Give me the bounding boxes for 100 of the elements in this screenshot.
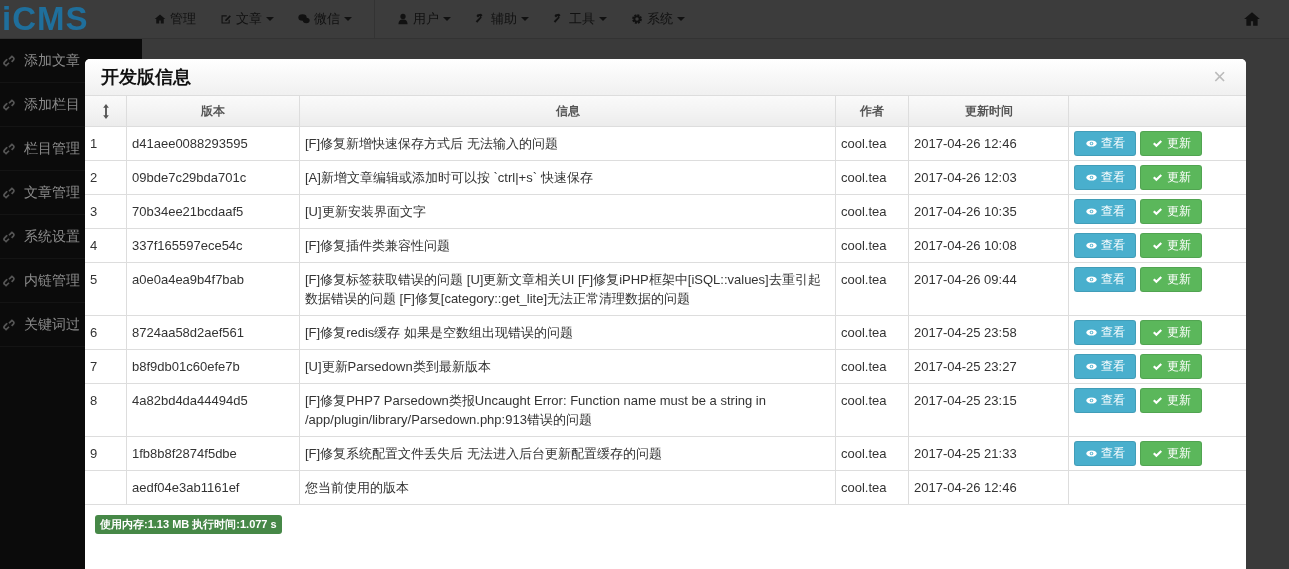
view-button[interactable]: 查看 xyxy=(1074,199,1136,224)
update-button[interactable]: 更新 xyxy=(1140,267,1202,292)
performance-badge: 使用内存:1.13 MB 执行时间:1.077 s xyxy=(95,515,282,534)
link-icon xyxy=(2,229,16,244)
version-hash: 1fb8b8f2874f5dbe xyxy=(132,446,237,461)
update-time: 2017-04-26 12:46 xyxy=(914,136,1017,151)
author-name: cool.tea xyxy=(841,393,887,408)
author-name: cool.tea xyxy=(841,272,887,287)
edit-icon xyxy=(220,13,232,25)
link-icon xyxy=(2,53,16,68)
caret-icon xyxy=(344,17,352,21)
view-button[interactable]: 查看 xyxy=(1074,354,1136,379)
row-number: 2 xyxy=(90,170,98,185)
column-header: 作者 xyxy=(835,96,909,127)
check-icon xyxy=(1151,275,1163,284)
eye-icon xyxy=(1085,173,1097,182)
update-time: 2017-04-26 12:46 xyxy=(914,480,1017,495)
check-icon xyxy=(1151,328,1163,337)
author-name: cool.tea xyxy=(841,359,887,374)
eye-icon xyxy=(1085,139,1097,148)
view-button[interactable]: 查看 xyxy=(1074,267,1136,292)
update-time: 2017-04-26 10:35 xyxy=(914,204,1017,219)
check-icon xyxy=(1151,241,1163,250)
author-name: cool.tea xyxy=(841,446,887,461)
update-time: 2017-04-26 09:44 xyxy=(914,272,1017,287)
eye-icon xyxy=(1085,275,1097,284)
update-button[interactable]: 更新 xyxy=(1140,165,1202,190)
update-button[interactable]: 更新 xyxy=(1140,354,1202,379)
eye-icon xyxy=(1085,241,1097,250)
change-note: [A]新增文章编辑或添加时可以按 `ctrl|+s` 快速保存 xyxy=(305,170,593,185)
caret-icon xyxy=(521,17,529,21)
change-note: [F]修复PHP7 Parsedown类报Uncaught Error: Function name must be a string in /app/plugin/library/Parsedown.php:913错误的问题 xyxy=(305,393,766,427)
row-number: 7 xyxy=(90,359,98,374)
update-time: 2017-04-26 10:08 xyxy=(914,238,1017,253)
update-time: 2017-04-25 23:27 xyxy=(914,359,1017,374)
column-header: 版本 xyxy=(126,96,300,127)
row-number: 5 xyxy=(90,272,98,287)
check-icon xyxy=(1151,449,1163,458)
eye-icon xyxy=(1085,449,1097,458)
update-button[interactable]: 更新 xyxy=(1140,131,1202,156)
row-number: 8 xyxy=(90,393,98,408)
link-icon xyxy=(2,317,16,332)
view-button[interactable]: 查看 xyxy=(1074,233,1136,258)
change-note: [F]修复插件类兼容性问题 xyxy=(305,238,451,253)
row-number: 9 xyxy=(90,446,98,461)
view-button[interactable]: 查看 xyxy=(1074,388,1136,413)
author-name: cool.tea xyxy=(841,204,887,219)
check-icon xyxy=(1151,362,1163,371)
change-note: [U]更新安装界面文字 xyxy=(305,204,426,219)
update-button[interactable]: 更新 xyxy=(1140,388,1202,413)
chat-icon xyxy=(298,13,310,25)
update-time: 2017-04-25 23:58 xyxy=(914,325,1017,340)
author-name: cool.tea xyxy=(841,170,887,185)
logo[interactable]: iCMS xyxy=(0,0,142,38)
row-number: 1 xyxy=(90,136,98,151)
update-button[interactable]: 更新 xyxy=(1140,320,1202,345)
link-icon xyxy=(2,97,16,112)
author-name: cool.tea xyxy=(841,480,887,495)
update-button[interactable]: 更新 xyxy=(1140,441,1202,466)
close-button[interactable]: × xyxy=(1209,66,1230,88)
author-name: cool.tea xyxy=(841,136,887,151)
author-name: cool.tea xyxy=(841,325,887,340)
sort-icon[interactable] xyxy=(101,102,110,120)
column-header: 更新时间 xyxy=(908,96,1069,127)
view-button[interactable]: 查看 xyxy=(1074,165,1136,190)
settings-icon xyxy=(631,13,643,25)
eye-icon xyxy=(1085,328,1097,337)
check-icon xyxy=(1151,396,1163,405)
home-icon xyxy=(154,13,166,25)
change-note: [U]更新Parsedown类到最新版本 xyxy=(305,359,491,374)
update-button[interactable]: 更新 xyxy=(1140,233,1202,258)
view-button[interactable]: 查看 xyxy=(1074,131,1136,156)
check-icon xyxy=(1151,139,1163,148)
version-hash: b8f9db01c60efe7b xyxy=(132,359,240,374)
check-icon xyxy=(1151,173,1163,182)
caret-icon xyxy=(599,17,607,21)
change-note: [F]修复系统配置文件丢失后 无法进入后台更新配置缓存的问题 xyxy=(305,446,662,461)
version-hash: 4a82bd4da44494d5 xyxy=(132,393,248,408)
link-icon xyxy=(2,185,16,200)
eye-icon xyxy=(1085,396,1097,405)
row-number: 6 xyxy=(90,325,98,340)
update-time: 2017-04-25 21:33 xyxy=(914,446,1017,461)
update-time: 2017-04-25 23:15 xyxy=(914,393,1017,408)
caret-icon xyxy=(677,17,685,21)
caret-icon xyxy=(443,17,451,21)
update-time: 2017-04-26 12:03 xyxy=(914,170,1017,185)
row-number: 4 xyxy=(90,238,98,253)
view-button[interactable]: 查看 xyxy=(1074,441,1136,466)
link-icon xyxy=(2,141,16,156)
version-hash: aedf04e3ab1161ef xyxy=(132,480,240,495)
link-icon xyxy=(2,273,16,288)
author-name: cool.tea xyxy=(841,238,887,253)
change-note: [F]修复redis缓存 如果是空数组出现错误的问题 xyxy=(305,325,573,340)
change-note: 您当前使用的版本 xyxy=(305,480,409,495)
user-icon xyxy=(397,13,409,25)
check-icon xyxy=(1151,207,1163,216)
eye-icon xyxy=(1085,207,1097,216)
view-button[interactable]: 查看 xyxy=(1074,320,1136,345)
change-note: [F]修复标签获取错误的问题 [U]更新文章相关UI [F]修复iPHP框架中[iSQL::values]去重引起数据错误的问题 [F]修复[category::get_lite]无法正常清理数据的问题 xyxy=(305,272,821,306)
update-button[interactable]: 更新 xyxy=(1140,199,1202,224)
